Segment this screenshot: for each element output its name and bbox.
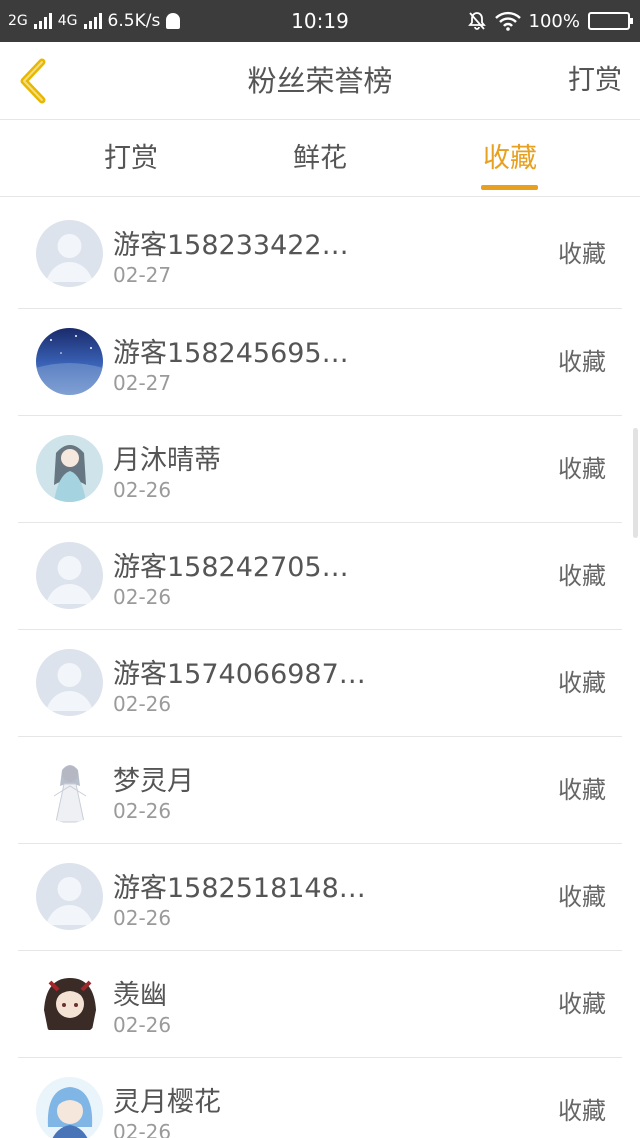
item-action-label: 收藏 (558, 1097, 606, 1125)
item-action-label: 收藏 (558, 883, 606, 911)
item-action-label: 收藏 (558, 776, 606, 804)
user-date: 02-26 (113, 478, 172, 502)
user-name: 游客1582518148… (113, 873, 366, 904)
default-avatar-icon (36, 542, 103, 609)
status-right: 100% (467, 0, 633, 42)
anime-blue-hair-avatar-icon (36, 1077, 103, 1138)
user-date: 02-26 (113, 1120, 172, 1138)
user-name: 梦灵月 (113, 766, 194, 797)
wifi-icon (494, 11, 521, 31)
list-item[interactable]: 梦灵月 02-26 收藏 (18, 736, 622, 843)
tab-reward[interactable]: 打赏 (102, 121, 160, 197)
anime-girl-avatar-icon (36, 435, 103, 502)
item-action-label: 收藏 (558, 990, 606, 1018)
battery-icon (588, 12, 633, 30)
nav-bar: 粉丝荣誉榜 打赏 (0, 42, 640, 120)
list-item[interactable]: 月沐晴蒂 02-26 收藏 (18, 415, 622, 522)
mute-bell-icon (467, 12, 486, 30)
list-item[interactable]: 游客1582518148… 02-26 收藏 (18, 843, 622, 950)
list-item[interactable]: 灵月樱花 02-26 收藏 (18, 1057, 622, 1138)
list-item[interactable]: 羡幽 02-26 收藏 (18, 950, 622, 1057)
list-item[interactable]: 游客158242705… 02-26 收藏 (18, 522, 622, 629)
battery-percent: 100% (528, 10, 580, 32)
page-title: 粉丝荣誉榜 (247, 64, 393, 98)
list-item[interactable]: 游客158245695… 02-27 收藏 (18, 308, 622, 415)
user-date: 02-27 (113, 371, 172, 395)
user-name: 月沐晴蒂 (113, 445, 221, 476)
anime-white-dress-avatar-icon (36, 756, 103, 823)
scrollbar-thumb[interactable] (633, 428, 638, 538)
status-bar: 2G 4G 6.5K/s 10:19 100% (0, 0, 640, 42)
user-name: 游客158245695… (113, 338, 349, 369)
user-date: 02-26 (113, 799, 172, 823)
item-action-label: 收藏 (558, 562, 606, 590)
anime-dark-hair-avatar-icon (36, 970, 103, 1037)
default-avatar-icon (36, 863, 103, 930)
list-item[interactable]: 游客1574066987… 02-26 收藏 (18, 629, 622, 736)
tab-flowers[interactable]: 鲜花 (291, 121, 349, 197)
user-date: 02-26 (113, 906, 172, 930)
user-name: 羡幽 (113, 980, 167, 1011)
active-tab-indicator (481, 185, 538, 190)
user-name: 游客158242705… (113, 552, 349, 583)
default-avatar-icon (36, 649, 103, 716)
user-date: 02-26 (113, 585, 172, 609)
default-avatar-icon (36, 220, 103, 287)
item-action-label: 收藏 (558, 455, 606, 483)
item-action-label: 收藏 (558, 348, 606, 376)
night-sky-avatar-icon (36, 328, 103, 395)
user-date: 02-27 (113, 263, 172, 287)
fan-list: 游客158233422… 02-27 收藏 游客158245695… 02-27… (0, 201, 640, 1138)
user-date: 02-26 (113, 1013, 172, 1037)
user-name: 灵月樱花 (113, 1087, 221, 1118)
user-date: 02-26 (113, 692, 172, 716)
item-action-label: 收藏 (558, 669, 606, 697)
tab-bar: 打赏 鲜花 收藏 (0, 121, 640, 197)
user-name: 游客158233422… (113, 230, 349, 261)
item-action-label: 收藏 (558, 240, 606, 268)
list-item[interactable]: 游客158233422… 02-27 收藏 (18, 201, 622, 308)
user-name: 游客1574066987… (113, 659, 366, 690)
reward-button[interactable]: 打赏 (568, 42, 622, 120)
